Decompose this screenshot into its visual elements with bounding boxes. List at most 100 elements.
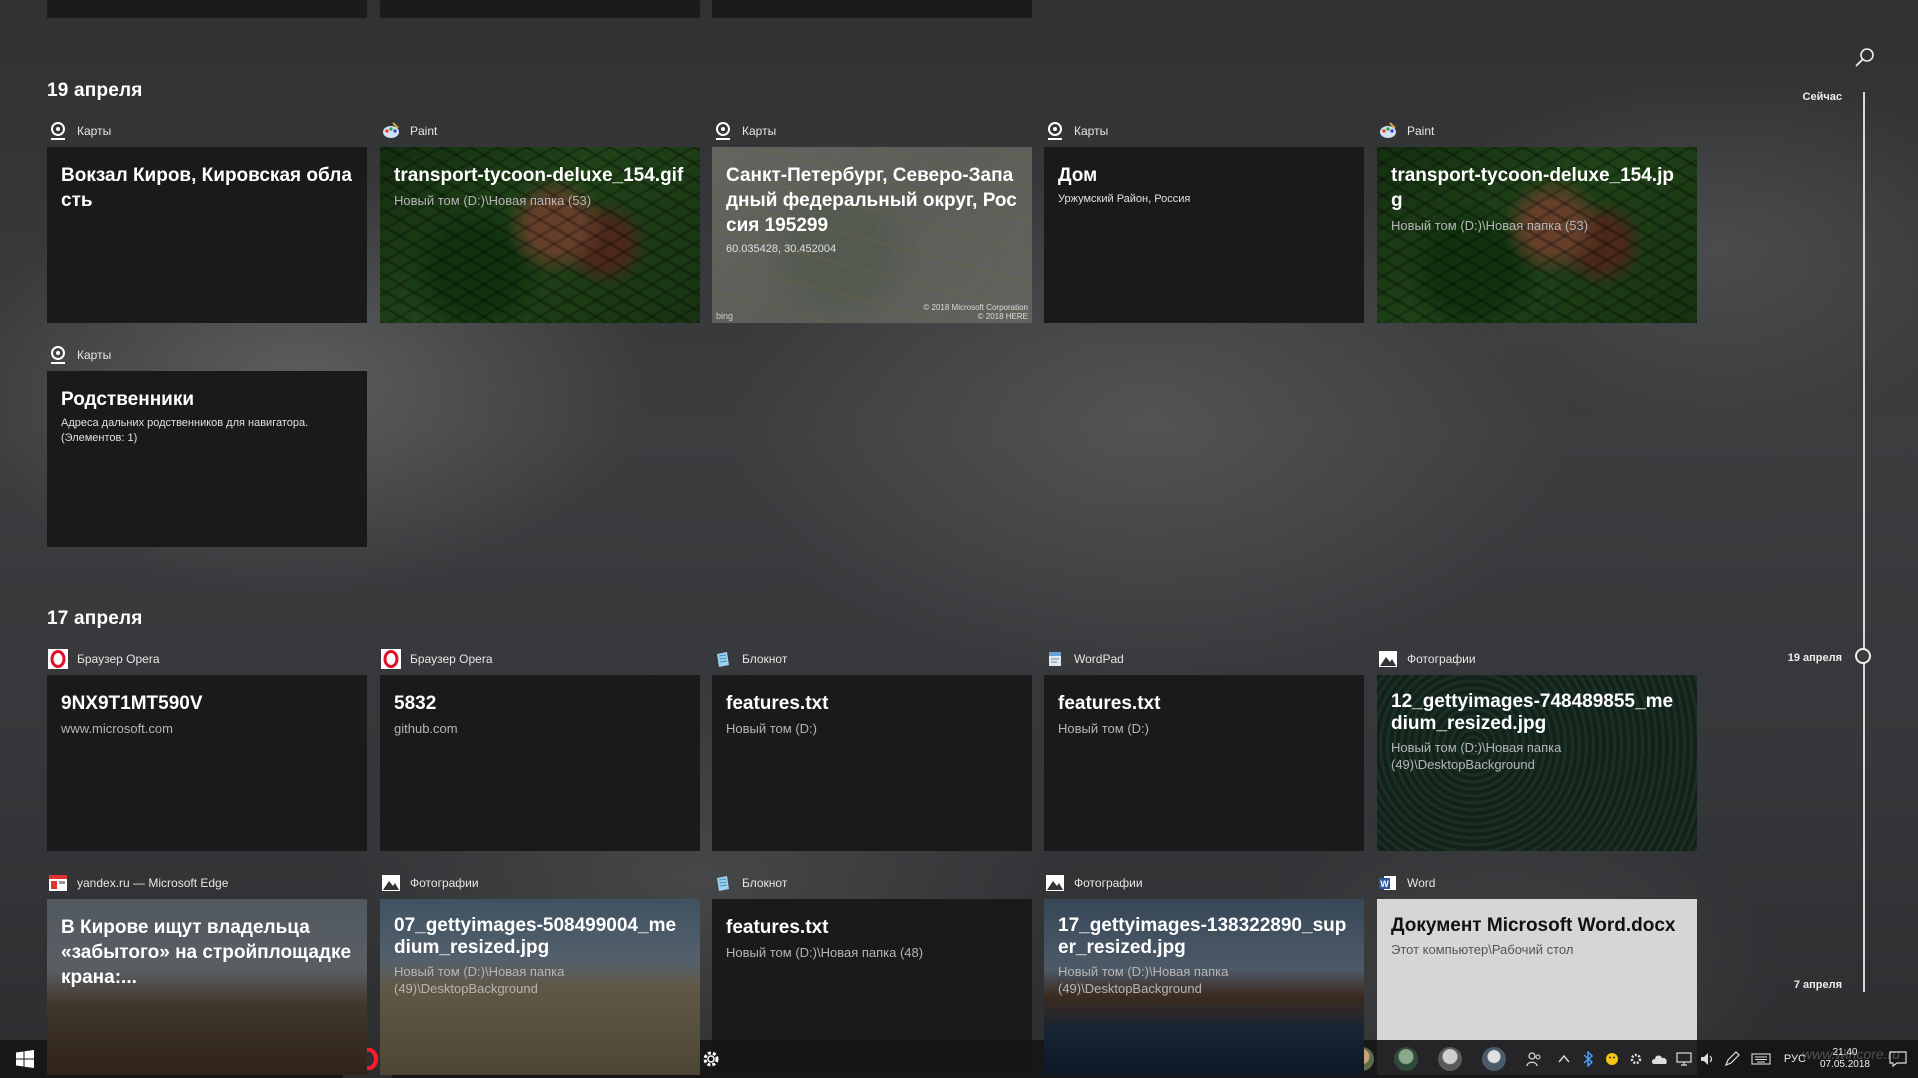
card-title: features.txt — [726, 917, 829, 938]
activity-card[interactable]: В Кирове ищут владельца «забытого» на ст… — [47, 899, 367, 1075]
card-title: Санкт-Петербург, Северо-Западный федерал… — [726, 165, 1017, 236]
gear-icon[interactable] — [1624, 1040, 1648, 1078]
card-app-label: Блокнот — [712, 647, 787, 671]
app-name: Word — [1407, 876, 1436, 890]
card-app-label: Paint — [380, 119, 437, 143]
activity-card[interactable]: Родственники Адреса дальних родственнико… — [47, 371, 367, 547]
card-app-label: Карты — [47, 119, 111, 143]
card-subtitle: Новый том (D:)\Новая папка (49)\DesktopB… — [1058, 964, 1229, 996]
maps-icon — [1044, 120, 1066, 142]
people-icon[interactable] — [1516, 1040, 1552, 1078]
map-copyright-line: © 2018 Microsoft Corporation — [923, 303, 1028, 312]
timeline-now-label[interactable]: Сейчас — [1742, 91, 1842, 103]
search-icon — [1855, 48, 1874, 67]
card-app-label: Блокнот — [712, 871, 787, 895]
card-title: 9NX9T1MT590V — [61, 693, 203, 714]
card-subtitle: github.com — [394, 721, 458, 736]
activity-card[interactable]: 07_gettyimages-508499004_medium_resized.… — [380, 899, 700, 1075]
card-app-label: Карты — [712, 119, 776, 143]
photos-icon — [1044, 872, 1066, 894]
app-name: Карты — [77, 348, 112, 362]
volume-icon[interactable] — [1696, 1040, 1720, 1078]
card-title: transport-tycoon-deluxe_154.jpg — [1391, 165, 1674, 211]
svg-text:W: W — [1380, 879, 1389, 889]
card-title: Документ Microsoft Word.docx — [1391, 915, 1676, 936]
card-app-label: Браузер Opera — [47, 647, 160, 671]
chevron-up-icon[interactable] — [1552, 1040, 1576, 1078]
card-title: features.txt — [726, 693, 829, 714]
people-avatar-3[interactable] — [1428, 1040, 1472, 1078]
people-avatar-4[interactable] — [1472, 1040, 1516, 1078]
photos-icon — [380, 872, 402, 894]
app-name: Карты — [742, 124, 777, 138]
card-app-label: Фотографии — [1044, 871, 1143, 895]
card-subtitle: Уржумский Район, Россия — [1058, 193, 1191, 205]
activity-card[interactable]: Вокзал Киров, Кировская область — [47, 147, 367, 323]
activity-card[interactable]: Санкт-Петербург, Северо-Западный федерал… — [712, 147, 1032, 323]
network-icon[interactable] — [1672, 1040, 1696, 1078]
timeline-thumb[interactable] — [1855, 648, 1871, 664]
notepad-icon — [712, 648, 734, 670]
activity-card[interactable]: features.txt Новый том (D:) — [712, 675, 1032, 851]
timeline-bottom-label[interactable]: 7 апреля — [1742, 979, 1842, 991]
activity-card[interactable]: transport-tycoon-deluxe_154.gif Новый то… — [380, 147, 700, 323]
word-icon: W — [1377, 872, 1399, 894]
bluetooth-icon[interactable] — [1576, 1040, 1600, 1078]
avatar — [1437, 1047, 1462, 1071]
card-subtitle: 60.035428, 30.452004 — [726, 243, 837, 255]
maps-icon — [47, 120, 69, 142]
card-app-label: Фотографии — [380, 871, 479, 895]
app-name: Браузер Opera — [77, 652, 160, 666]
timeline-marker-label: 19 апреля — [1787, 652, 1842, 664]
activity-card[interactable]: transport-tycoon-deluxe_154.jpg Новый то… — [1377, 147, 1697, 323]
card-subtitle: Новый том (D:) — [1058, 721, 1149, 736]
card-subtitle: Новый том (D:)\Новая папка (49)\DesktopB… — [394, 964, 565, 996]
section-date-17-april: 17 апреля — [47, 608, 143, 629]
card-app-label: Paint — [1377, 119, 1434, 143]
activity-card[interactable]: 5832 github.com — [380, 675, 700, 851]
card-title: 5832 — [394, 693, 437, 714]
maps-icon — [712, 120, 734, 142]
opera-icon — [47, 648, 69, 670]
partial-card-top-2 — [380, 0, 700, 18]
activity-card[interactable]: 9NX9T1MT590V www.microsoft.com — [47, 675, 367, 851]
pen-icon[interactable] — [1720, 1040, 1744, 1078]
card-subtitle: Этот компьютер\Рабочий стол — [1391, 942, 1574, 957]
card-subtitle: Новый том (D:) — [726, 721, 817, 736]
bing-logo: bing — [716, 311, 734, 321]
map-copyright-line: © 2018 HERE — [977, 312, 1028, 321]
wordpad-icon — [1044, 648, 1066, 670]
activity-card[interactable]: Дом Уржумский Район, Россия — [1044, 147, 1364, 323]
timeline-track[interactable] — [1863, 92, 1865, 992]
card-title: 07_gettyimages-508499004_medium_resized.… — [394, 915, 677, 958]
card-title: 12_gettyimages-748489855_medium_resized.… — [1391, 691, 1674, 734]
activity-card[interactable]: features.txt Новый том (D:) — [1044, 675, 1364, 851]
app-name: WordPad — [1074, 652, 1124, 666]
card-title: 17_gettyimages-138322890_super_resized.j… — [1058, 915, 1347, 958]
card-app-label: WordPad — [1044, 647, 1124, 671]
keyboard-icon[interactable] — [1744, 1040, 1778, 1078]
people-avatar-2[interactable] — [1384, 1040, 1428, 1078]
windows-start-icon[interactable] — [0, 1040, 49, 1078]
onedrive-icon[interactable] — [1648, 1040, 1672, 1078]
timeline-search-button[interactable] — [1853, 46, 1877, 70]
app-name: Фотографии — [1407, 652, 1476, 666]
smiley-icon[interactable] — [1600, 1040, 1624, 1078]
photos-icon — [1377, 648, 1399, 670]
card-subtitle: Адреса дальних родственников для навигат… — [61, 417, 309, 444]
app-name: Карты — [77, 124, 112, 138]
activity-card[interactable]: 17_gettyimages-138322890_super_resized.j… — [1044, 899, 1364, 1075]
paint-icon — [380, 120, 402, 142]
card-subtitle: www.microsoft.com — [61, 721, 173, 736]
card-app-label: W Word — [1377, 871, 1435, 895]
app-name: Блокнот — [742, 876, 788, 890]
card-title: Вокзал Киров, Кировская область — [61, 165, 352, 211]
card-app-label: Браузер Opera — [380, 647, 493, 671]
card-subtitle: Новый том (D:)\Новая папка (53) — [1391, 218, 1589, 233]
activity-card[interactable]: 12_gettyimages-748489855_medium_resized.… — [1377, 675, 1697, 851]
partial-card-top-1 — [47, 0, 367, 18]
card-app-label: Фотографии — [1377, 647, 1476, 671]
paint-icon — [1377, 120, 1399, 142]
card-app-label: yandex.ru — Microsoft Edge — [47, 871, 228, 895]
card-app-label: Карты — [1044, 119, 1108, 143]
